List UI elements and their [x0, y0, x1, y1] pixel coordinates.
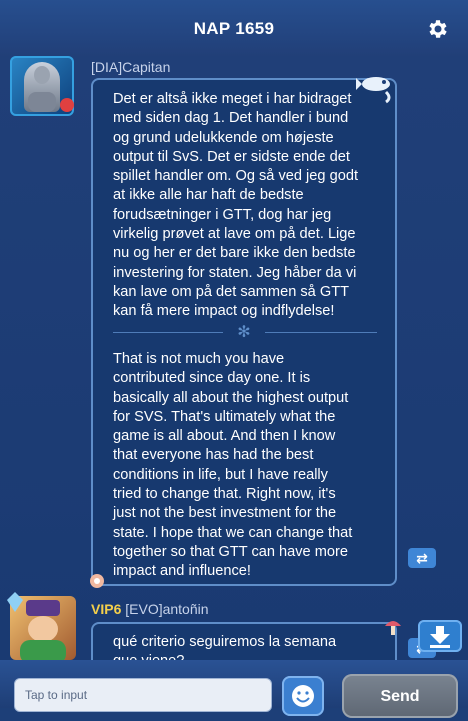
octopus-badge-icon: [60, 98, 74, 112]
statue-avatar-image: [24, 62, 60, 112]
crystal-decoration-icon: [7, 592, 23, 612]
chat-area[interactable]: [DIA]Capitan Det er altså ikke meget i h…: [0, 56, 468, 660]
snowflake-divider-icon: ✻: [237, 324, 251, 341]
hat-avatar-image: [26, 600, 60, 616]
fish-decoration-icon: [356, 77, 391, 104]
emoji-icon: [292, 685, 314, 707]
send-button[interactable]: Send: [342, 674, 458, 718]
message-original-text: Det er altså ikke meget i har bidraget m…: [113, 91, 358, 320]
sender-name[interactable]: [DIA]Capitan: [91, 59, 170, 75]
top-bar: NAP 1659: [0, 0, 468, 56]
message-bubble[interactable]: qué criterio seguiremos la semana que vi…: [91, 622, 397, 660]
emoji-button[interactable]: [282, 676, 324, 716]
message-original-text: qué criterio seguiremos la semana que vi…: [113, 634, 337, 660]
download-button[interactable]: [418, 620, 462, 652]
page-title: NAP 1659: [193, 19, 275, 38]
sender-label: [EVO]antoñin: [125, 601, 209, 617]
chat-input[interactable]: [14, 678, 272, 712]
message-bubble[interactable]: Det er altså ikke meget i har bidraget m…: [91, 78, 397, 586]
sender-name[interactable]: VIP6 [EVO]antoñin: [91, 601, 209, 617]
message-translated-text: That is not much you have contributed si…: [113, 351, 353, 580]
gear-icon[interactable]: [426, 17, 450, 41]
shell-decoration-icon: [90, 574, 104, 588]
body-avatar-image: [20, 640, 66, 660]
vip-badge: VIP6: [91, 601, 122, 617]
download-icon: [430, 626, 450, 648]
face-avatar-image: [28, 616, 58, 642]
divider: [265, 332, 377, 333]
divider: [113, 332, 223, 333]
mushroom-decoration-icon: [385, 621, 401, 635]
translate-icon[interactable]: ⇄: [408, 548, 436, 568]
sender-label: [DIA]Capitan: [91, 59, 171, 75]
